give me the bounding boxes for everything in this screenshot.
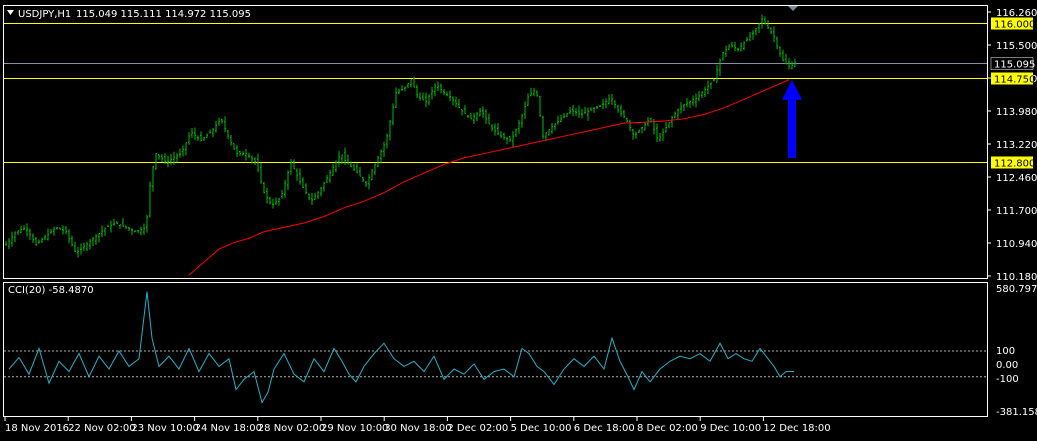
cci-axis-bottom: -381.1584: [996, 407, 1037, 418]
price-tag-label: 114.750: [994, 75, 1035, 86]
main-chart-frame: [3, 5, 988, 279]
x-tick-label: 22 Nov 02:00: [68, 423, 135, 434]
arrow-shaft: [788, 95, 796, 158]
symbol-label: USDJPY,H1: [18, 9, 71, 20]
cci-label: CCI(20) -58.4870: [8, 285, 94, 296]
x-tick-label: 2 Dec 02:00: [447, 423, 508, 434]
price-tag-label: 116.000: [994, 20, 1035, 31]
x-tick-label: 6 Dec 18:00: [574, 423, 635, 434]
chart-menu-triangle-icon[interactable]: [7, 10, 14, 15]
candles: [5, 14, 796, 258]
y-tick-label: 115.500: [996, 41, 1037, 52]
cci-level-0-label: 0.00: [996, 360, 1018, 371]
ohlc-label: 115.049 115.111 114.972 115.095: [76, 9, 251, 20]
y-tick-label: 113.980: [996, 107, 1037, 118]
arrow-head: [782, 79, 802, 100]
chart-shift-marker-icon[interactable]: [788, 6, 798, 11]
x-tick-label: 5 Dec 10:00: [511, 423, 572, 434]
cci-level-100-label: 100: [996, 346, 1015, 357]
chart-header: USDJPY,H1 115.049 115.111 114.972 115.09…: [7, 9, 251, 20]
cci-level-m100-label: -100: [996, 374, 1019, 385]
x-tick-label: 9 Dec 10:00: [700, 423, 761, 434]
x-tick-label: 29 Nov 10:00: [321, 423, 388, 434]
y-tick-label: 110.180: [996, 272, 1037, 283]
x-tick-label: 18 Nov 2016: [5, 423, 69, 434]
price-tag-label: 115.095: [994, 60, 1035, 71]
x-tick-label: 8 Dec 02:00: [637, 423, 698, 434]
x-tick-label: 24 Nov 18:00: [195, 423, 262, 434]
indicator-layer: [4, 291, 987, 404]
x-tick-label: 30 Nov 18:00: [384, 423, 451, 434]
x-tick-label: 23 Nov 10:00: [131, 423, 198, 434]
x-tick-label: 12 Dec 18:00: [763, 423, 830, 434]
y-tick-label: 112.460: [996, 173, 1037, 184]
y-tick-label: 111.700: [996, 206, 1037, 217]
cci-axis-top: 580.7974: [996, 284, 1037, 295]
moving-average-line: [188, 79, 790, 276]
indicator-frame: [3, 282, 988, 417]
chart-svg: USDJPY,H1 115.049 115.111 114.972 115.09…: [3, 5, 1037, 434]
up-arrow-icon[interactable]: [782, 79, 802, 158]
x-tick-label: 28 Nov 02:00: [258, 423, 325, 434]
y-tick-label: 113.220: [996, 140, 1037, 151]
y-tick-label: 110.940: [996, 239, 1037, 250]
main-chart-layer: 116.260115.500114.740113.980113.220112.4…: [4, 8, 1037, 283]
cci-line: [8, 291, 795, 404]
y-tick-label: 116.260: [996, 8, 1037, 19]
price-tag-label: 112.800: [994, 159, 1035, 170]
time-axis: 18 Nov 2016 22 Nov 02:0023 Nov 10:0024 No…: [4, 417, 831, 434]
